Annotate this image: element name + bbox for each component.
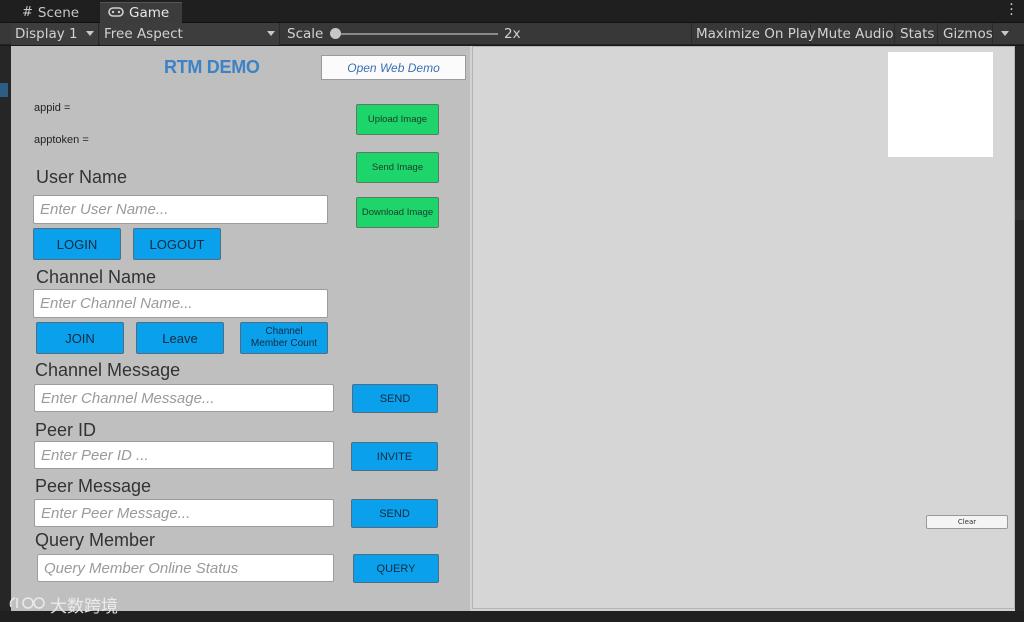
join-button[interactable]: JOIN (36, 322, 124, 354)
watermark-text: 大数跨境 (50, 597, 118, 617)
query-member-label: Query Member (35, 530, 156, 550)
scale-slider-handle[interactable] (330, 28, 341, 39)
bottom-status-bar (0, 611, 1024, 622)
aspect-dropdown[interactable]: Free Aspect (100, 23, 280, 45)
peer-send-button[interactable]: SEND (351, 499, 438, 528)
gamepad-icon (108, 5, 124, 21)
demo-title: RTM DEMO (164, 57, 260, 77)
channel-member-count-button[interactable]: Channel Member Count (240, 322, 328, 354)
chevron-down-icon (86, 31, 94, 36)
display-dropdown-value: Display 1 (15, 26, 78, 42)
channel-name-input[interactable]: Enter Channel Name... (33, 289, 328, 318)
editor-tab-bar: # Scene Game · · · (0, 0, 1024, 23)
peer-id-label: Peer ID (35, 420, 97, 440)
hierarchy-selection-marker (0, 83, 8, 97)
tab-game[interactable]: Game (100, 2, 182, 23)
mute-audio-toggle[interactable]: Mute Audio (813, 23, 895, 45)
appid-label: appid = (34, 102, 71, 114)
scale-value-text: 2x (504, 26, 521, 42)
query-button[interactable]: QUERY (353, 554, 439, 583)
invite-button[interactable]: INVITE (351, 442, 438, 471)
send-image-button[interactable]: Send Image (356, 152, 439, 183)
scale-value: 2x (500, 23, 530, 45)
watermark: 大数跨境 (8, 592, 118, 617)
grid-icon: # (22, 5, 33, 20)
image-preview (888, 52, 993, 157)
peer-id-input[interactable]: Enter Peer ID ... (34, 441, 334, 469)
stats-toggle[interactable]: Stats (896, 23, 938, 45)
download-image-button[interactable]: Download Image (356, 197, 439, 228)
upload-image-button[interactable]: Upload Image (356, 104, 439, 135)
chevron-down-icon (1001, 31, 1009, 36)
user-name-input[interactable]: Enter User Name... (33, 195, 328, 224)
gizmos-label: Gizmos (943, 26, 993, 42)
more-options-icon[interactable]: · · · (1008, 0, 1014, 22)
game-view-toolbar: Display 1 Free Aspect Scale 2x Maximize … (0, 23, 1024, 45)
aspect-dropdown-value: Free Aspect (104, 26, 183, 42)
scale-slider-track[interactable] (336, 33, 498, 35)
scale-label: Scale (287, 26, 324, 42)
peer-message-label: Peer Message (35, 476, 152, 496)
channel-message-label: Channel Message (35, 360, 181, 380)
channel-send-button[interactable]: SEND (352, 384, 438, 413)
query-member-input[interactable]: Query Member Online Status (37, 554, 334, 582)
channel-name-label: Channel Name (36, 267, 157, 287)
channel-message-input[interactable]: Enter Channel Message... (34, 384, 334, 412)
maximize-on-play-toggle[interactable]: Maximize On Play (691, 23, 816, 45)
scrollbar-thumb[interactable] (1015, 200, 1024, 220)
leave-button[interactable]: Leave (136, 322, 224, 354)
chevron-down-icon (267, 31, 275, 36)
mute-audio-label: Mute Audio (817, 26, 894, 42)
open-web-demo-button[interactable]: Open Web Demo (321, 55, 466, 80)
apptoken-label: apptoken = (34, 134, 89, 146)
right-panel-edge (1015, 46, 1024, 622)
stats-label: Stats (900, 26, 935, 42)
tab-scene-label: Scene (37, 4, 80, 21)
maximize-on-play-label: Maximize On Play (696, 26, 816, 42)
tab-scene[interactable]: # Scene (14, 2, 100, 23)
logout-button[interactable]: LOGOUT (133, 228, 221, 260)
gizmos-dropdown[interactable] (994, 23, 1015, 45)
display-dropdown[interactable]: Display 1 (11, 23, 99, 45)
left-panel-edge (0, 46, 11, 622)
gizmos-toggle[interactable]: Gizmos (939, 23, 993, 45)
tab-game-label: Game (129, 5, 170, 21)
user-name-label: User Name (36, 167, 128, 187)
login-button[interactable]: LOGIN (33, 228, 121, 260)
clear-button[interactable]: Clear (926, 515, 1008, 529)
peer-message-input[interactable]: Enter Peer Message... (34, 499, 334, 527)
watermark-logo-icon (8, 595, 46, 615)
